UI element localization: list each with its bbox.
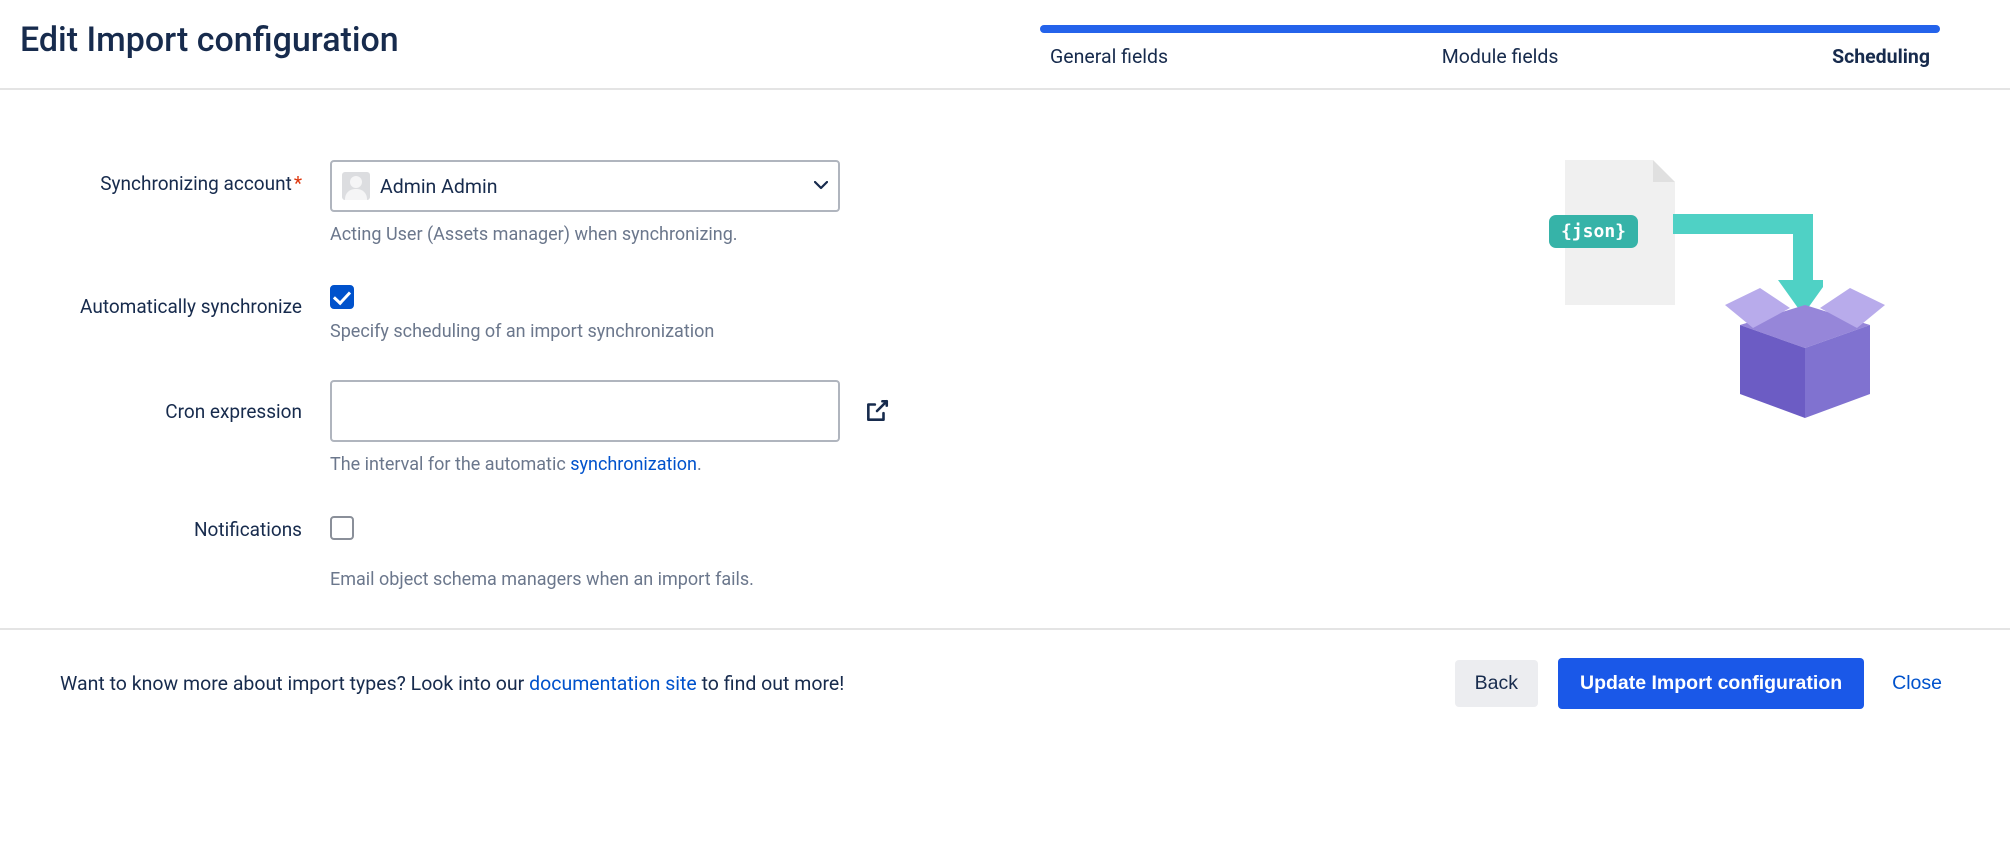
close-button[interactable]: Close bbox=[1884, 660, 1950, 707]
sync-account-select[interactable]: Admin Admin bbox=[330, 160, 840, 212]
help-auto-sync: Specify scheduling of an import synchron… bbox=[330, 319, 930, 344]
progress-bar bbox=[1040, 25, 1940, 33]
external-link-icon[interactable] bbox=[864, 398, 890, 424]
field-notifications: Email object schema managers when an imp… bbox=[330, 514, 930, 592]
cron-input[interactable] bbox=[330, 380, 840, 442]
content-area: Synchronizing account* Admin Admin Actin… bbox=[0, 90, 2010, 628]
required-indicator: * bbox=[294, 172, 302, 195]
json-badge: {json} bbox=[1549, 215, 1638, 248]
update-import-configuration-button[interactable]: Update Import configuration bbox=[1558, 658, 1864, 709]
box-icon bbox=[1725, 270, 1885, 420]
back-button[interactable]: Back bbox=[1455, 660, 1538, 707]
footer: Want to know more about import types? Lo… bbox=[0, 628, 2010, 737]
illustration: {json} bbox=[1520, 160, 1920, 628]
tab-module-fields[interactable]: Module fields bbox=[1442, 45, 1559, 68]
tab-scheduling[interactable]: Scheduling bbox=[1832, 45, 1930, 68]
row-auto-sync: Automatically synchronize Specify schedu… bbox=[60, 283, 1520, 344]
footer-text-suffix: to find out more! bbox=[697, 672, 845, 695]
documentation-link[interactable]: documentation site bbox=[529, 672, 697, 695]
field-cron: The interval for the automatic synchroni… bbox=[330, 380, 930, 477]
auto-sync-checkbox[interactable] bbox=[330, 285, 354, 309]
chevron-down-icon bbox=[814, 178, 828, 194]
field-auto-sync: Specify scheduling of an import synchron… bbox=[330, 283, 930, 344]
tab-general-fields[interactable]: General fields bbox=[1050, 45, 1168, 68]
page-title: Edit Import configuration bbox=[20, 20, 399, 88]
sync-account-value: Admin Admin bbox=[380, 175, 814, 198]
row-cron: Cron expression The interval for the aut… bbox=[60, 380, 1520, 477]
row-notifications: Notifications Email object schema manage… bbox=[60, 514, 1520, 592]
label-sync-account: Synchronizing account* bbox=[60, 160, 330, 198]
footer-text: Want to know more about import types? Lo… bbox=[60, 672, 1435, 695]
label-sync-account-text: Synchronizing account bbox=[100, 172, 292, 195]
label-auto-sync: Automatically synchronize bbox=[60, 283, 330, 321]
footer-text-prefix: Want to know more about import types? Lo… bbox=[60, 672, 529, 695]
header: Edit Import configuration General fields… bbox=[0, 0, 2010, 90]
help-cron-suffix: . bbox=[697, 454, 702, 475]
help-sync-account: Acting User (Assets manager) when synchr… bbox=[330, 222, 930, 247]
cron-input-row bbox=[330, 380, 930, 442]
notifications-checkbox[interactable] bbox=[330, 516, 354, 540]
help-cron: The interval for the automatic synchroni… bbox=[330, 452, 930, 477]
form: Synchronizing account* Admin Admin Actin… bbox=[60, 160, 1520, 628]
row-sync-account: Synchronizing account* Admin Admin Actin… bbox=[60, 160, 1520, 247]
label-cron: Cron expression bbox=[60, 380, 330, 426]
synchronization-link[interactable]: synchronization bbox=[570, 454, 697, 475]
label-notifications: Notifications bbox=[60, 514, 330, 544]
avatar-icon bbox=[342, 172, 370, 200]
field-sync-account: Admin Admin Acting User (Assets manager)… bbox=[330, 160, 930, 247]
help-notifications: Email object schema managers when an imp… bbox=[330, 567, 930, 592]
wizard-tabs: General fields Module fields Scheduling bbox=[1040, 25, 1940, 88]
tabs-row: General fields Module fields Scheduling bbox=[1040, 45, 1940, 88]
help-cron-prefix: The interval for the automatic bbox=[330, 454, 570, 475]
